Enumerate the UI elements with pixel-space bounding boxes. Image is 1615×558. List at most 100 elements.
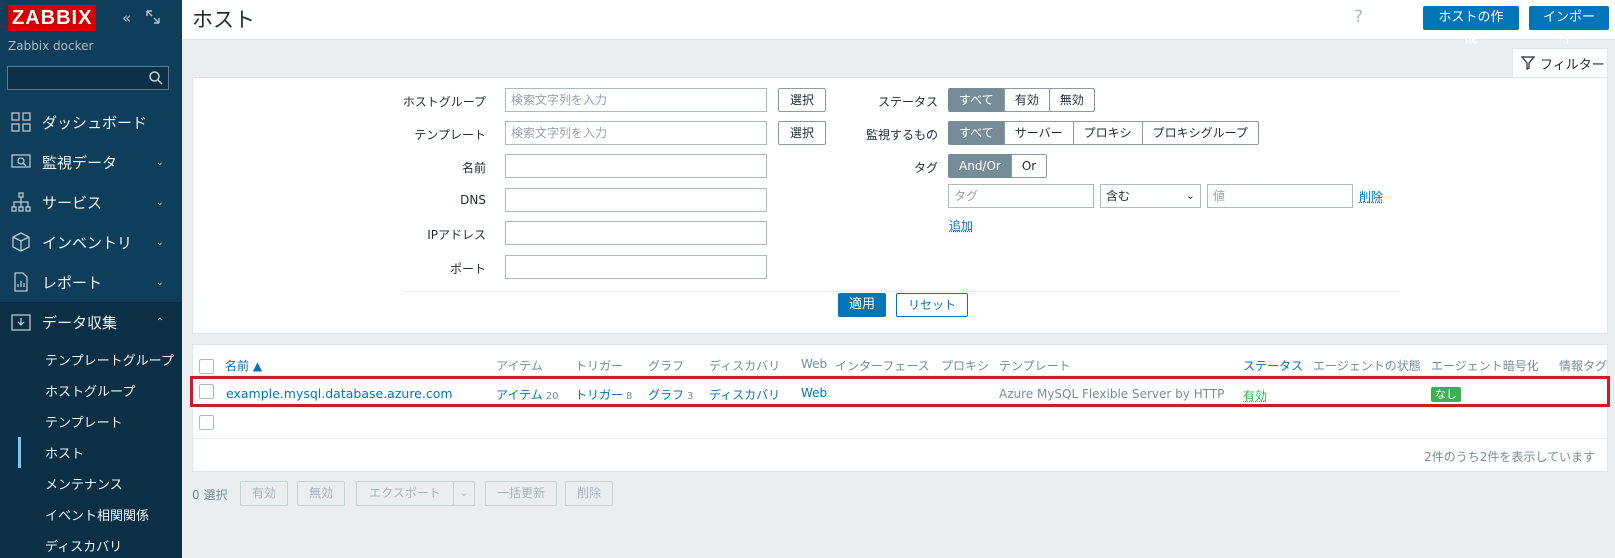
tags-mode-and-or[interactable]: And/Or — [948, 154, 1012, 178]
monitored-by-proxy[interactable]: プロキシ — [1072, 121, 1143, 145]
template-input[interactable]: 検索文字列を入力 — [505, 121, 767, 145]
column-proxy: プロキシ — [941, 359, 990, 373]
menu-label: サービス — [42, 193, 103, 212]
status-all[interactable]: すべて — [948, 88, 1005, 112]
graphs-cell[interactable]: グラフ 3 — [648, 386, 693, 403]
host-group-select-button[interactable]: 選択 — [778, 88, 826, 112]
import-button[interactable]: インポート — [1529, 6, 1609, 47]
submenu-host-groups[interactable]: ホストグループ — [18, 375, 182, 406]
collapse-sidebar-icon[interactable]: « — [122, 10, 131, 26]
column-template: テンプレート — [999, 359, 1071, 373]
page-title: ホスト — [192, 8, 255, 32]
filter-panel: ホストグループ 検索文字列を入力 選択 テンプレート 検索文字列を入力 選択 名… — [192, 77, 1608, 334]
status-disabled[interactable]: 無効 — [1048, 88, 1095, 112]
menu-services[interactable]: サービス ⌄ — [0, 182, 182, 222]
column-name[interactable]: 名前 ▲ — [225, 357, 262, 374]
filter-tab-label: フィルター — [1540, 57, 1605, 73]
items-cell[interactable]: アイテム 20 — [496, 386, 559, 403]
tag-operator-value: 含む — [1106, 189, 1131, 203]
submenu-maintenance[interactable]: メンテナンス — [18, 468, 182, 499]
enable-button[interactable]: 有効 — [240, 481, 288, 506]
monitored-by-label: 監視するもの — [865, 128, 938, 142]
help-icon[interactable]: ? — [1354, 7, 1363, 27]
reset-button[interactable]: リセット — [896, 293, 968, 317]
name-label: 名前 — [461, 161, 486, 175]
data-collection-icon — [10, 311, 32, 333]
zabbix-logo[interactable]: ZABBIX — [8, 5, 97, 31]
dns-input[interactable] — [505, 188, 767, 212]
sidebar-search-input[interactable] — [7, 66, 169, 90]
menu-label: データ収集 — [42, 313, 118, 332]
select-all-checkbox[interactable] — [199, 359, 214, 374]
table-summary: 2件のうち2件を表示しています — [1424, 450, 1595, 464]
chevron-down-icon: ⌄ — [459, 488, 469, 499]
host-name-link[interactable]: example.mysql.database.azure.com — [226, 386, 453, 401]
export-button[interactable]: エクスポート — [356, 481, 454, 506]
menu-label: インベントリ — [42, 233, 133, 252]
create-host-button[interactable]: ホストの作成 — [1423, 6, 1519, 47]
monitoring-icon — [10, 151, 32, 173]
mass-update-button[interactable]: 一括更新 — [485, 481, 557, 506]
chevron-up-icon: ⌃ — [155, 316, 164, 328]
tag-remove-link[interactable]: 削除 — [1359, 188, 1383, 205]
port-input[interactable] — [505, 255, 767, 279]
triggers-link[interactable]: トリガー — [575, 388, 623, 402]
export-dropdown-button[interactable]: ⌄ — [453, 481, 475, 506]
monitored-by-proxy-group[interactable]: プロキシグループ — [1141, 121, 1259, 145]
column-web: Web — [801, 357, 828, 371]
menu-label: レポート — [42, 273, 103, 292]
items-link[interactable]: アイテム — [496, 388, 543, 402]
tag-name-input[interactable]: タグ — [948, 184, 1094, 208]
apply-button[interactable]: 適用 — [838, 293, 886, 317]
menu-data-collection[interactable]: データ収集 ⌃ — [0, 302, 182, 342]
delete-button[interactable]: 削除 — [565, 481, 613, 506]
disable-button[interactable]: 無効 — [297, 481, 345, 506]
data-collection-submenu: テンプレートグループ ホストグループ テンプレート ホスト メンテナンス イベン… — [0, 341, 182, 558]
header-divider — [193, 375, 1607, 376]
submenu-hosts[interactable]: ホスト — [18, 437, 182, 468]
ip-input[interactable] — [505, 221, 767, 245]
column-status[interactable]: ステータス — [1243, 357, 1303, 374]
search-icon[interactable] — [148, 70, 164, 86]
chevron-down-icon: ⌄ — [155, 196, 164, 208]
name-input[interactable] — [505, 154, 767, 178]
menu-monitoring[interactable]: 監視データ ⌄ — [0, 142, 182, 182]
filter-tab[interactable]: フィルター — [1512, 48, 1608, 77]
sidebar: ZABBIX « Zabbix docker ダッシュボード 監視データ ⌄ サ… — [0, 0, 182, 558]
template-link[interactable]: Azure MySQL Flexible Server by HTTP — [999, 387, 1224, 401]
submenu-template-groups[interactable]: テンプレートグループ — [18, 344, 182, 375]
submenu-discovery[interactable]: ディスカバリ — [18, 530, 182, 558]
submenu-event-correlation[interactable]: イベント相関関係 — [18, 499, 182, 530]
template-select-button[interactable]: 選択 — [778, 121, 826, 145]
web-link[interactable]: Web — [801, 386, 827, 400]
chevron-down-icon: ⌄ — [155, 156, 164, 168]
row-checkbox[interactable] — [199, 415, 214, 430]
monitored-by-server[interactable]: サーバー — [1003, 121, 1074, 145]
column-discovery: ディスカバリ — [709, 359, 781, 373]
kiosk-mode-icon[interactable] — [146, 10, 160, 27]
status-segmented: すべて 有効 無効 — [948, 88, 1095, 112]
reports-icon — [10, 271, 32, 293]
menu-reports[interactable]: レポート ⌄ — [0, 262, 182, 302]
column-agent-encryption: エージェント暗号化 — [1431, 359, 1539, 373]
hosts-table: 名前 ▲ アイテム トリガー グラフ ディスカバリ Web インターフェース プ… — [192, 344, 1608, 472]
encryption-badge: なし — [1431, 387, 1461, 402]
status-toggle[interactable]: 有効 — [1243, 387, 1267, 404]
tags-mode-or[interactable]: Or — [1010, 154, 1048, 178]
row-checkbox[interactable] — [199, 384, 214, 399]
graphs-link[interactable]: グラフ — [648, 388, 684, 402]
host-group-input[interactable]: 検索文字列を入力 — [505, 88, 767, 112]
triggers-cell[interactable]: トリガー 8 — [575, 386, 632, 403]
tag-add-link[interactable]: 追加 — [949, 217, 973, 234]
submenu-templates[interactable]: テンプレート — [18, 406, 182, 437]
tag-value-input[interactable]: 値 — [1207, 184, 1353, 208]
chevron-down-icon: ⌄ — [1185, 189, 1195, 202]
discovery-link[interactable]: ディスカバリ — [709, 386, 780, 403]
menu-dashboard[interactable]: ダッシュボード — [0, 102, 182, 142]
status-enabled[interactable]: 有効 — [1003, 88, 1050, 112]
tag-operator-select[interactable]: 含む ⌄ — [1100, 184, 1201, 208]
monitored-by-all[interactable]: すべて — [948, 121, 1005, 145]
graphs-count: 3 — [687, 391, 694, 402]
menu-inventory[interactable]: インベントリ ⌄ — [0, 222, 182, 262]
status-label: ステータス — [877, 95, 938, 109]
